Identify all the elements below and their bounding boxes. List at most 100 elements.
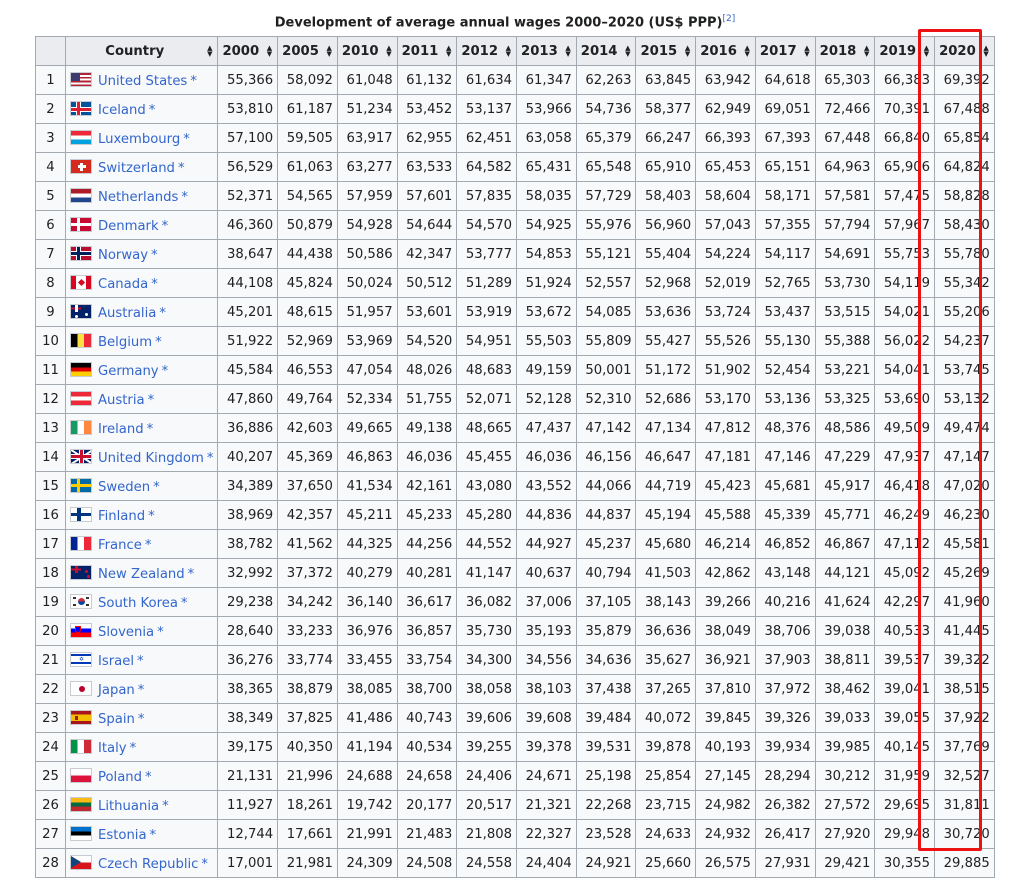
country-link[interactable]: Czech Republic: [98, 857, 198, 872]
footnote-star-link[interactable]: *: [207, 451, 214, 466]
wage-cell-2016: 53,170: [695, 384, 756, 414]
footnote-star-link[interactable]: *: [162, 799, 169, 814]
country-link[interactable]: Poland: [98, 770, 142, 785]
footnote-star-link[interactable]: *: [155, 335, 162, 350]
column-header-2014[interactable]: 2014 ▲ ▼: [575, 36, 637, 66]
country-link[interactable]: Iceland: [98, 103, 146, 118]
rank-cell: 12: [35, 384, 66, 414]
reference-link[interactable]: [2]: [723, 14, 736, 24]
sort-icon[interactable]: ▲ ▼: [983, 45, 988, 58]
country-link[interactable]: Switzerland: [98, 161, 175, 176]
wage-cell-2017: 26,382: [754, 790, 816, 820]
wage-cell-2005: 59,505: [277, 123, 338, 153]
footnote-star-link[interactable]: *: [162, 219, 169, 234]
footnote-star-link[interactable]: *: [153, 480, 160, 495]
country-link[interactable]: France: [98, 538, 142, 553]
sort-icon[interactable]: ▲ ▼: [745, 45, 750, 58]
country-link[interactable]: Japan: [98, 683, 135, 698]
footnote-star-link[interactable]: *: [147, 422, 154, 437]
column-header-2016[interactable]: 2016 ▲ ▼: [695, 36, 756, 66]
footnote-star-link[interactable]: *: [162, 364, 169, 379]
country-link[interactable]: Ireland: [98, 422, 144, 437]
footnote-star-link[interactable]: *: [149, 103, 156, 118]
footnote-star-link[interactable]: *: [150, 828, 157, 843]
column-header-2005[interactable]: 2005 ▲ ▼: [277, 36, 338, 66]
country-link[interactable]: Germany: [98, 364, 159, 379]
country-link[interactable]: New Zealand: [98, 567, 185, 582]
wage-cell-2018: 38,462: [814, 674, 876, 704]
country-link[interactable]: Belgium: [98, 335, 152, 350]
sort-icon[interactable]: ▲ ▼: [267, 45, 272, 58]
footnote-star-link[interactable]: *: [188, 567, 195, 582]
column-header-2010[interactable]: 2010 ▲ ▼: [336, 36, 398, 66]
country-link[interactable]: Israel: [98, 654, 134, 669]
country-link[interactable]: Slovenia: [98, 625, 154, 640]
footnote-star-link[interactable]: *: [201, 857, 208, 872]
footnote-star-link[interactable]: *: [181, 190, 188, 205]
footnote-star-link[interactable]: *: [148, 393, 155, 408]
column-header-2018[interactable]: 2018 ▲ ▼: [814, 36, 876, 66]
country-link[interactable]: United States: [98, 74, 187, 89]
sort-icon[interactable]: ▲ ▼: [804, 45, 809, 58]
sort-icon[interactable]: ▲ ▼: [924, 45, 929, 58]
sort-icon[interactable]: ▲ ▼: [386, 45, 391, 58]
column-header-2017[interactable]: 2017 ▲ ▼: [754, 36, 816, 66]
footnote-star-link[interactable]: *: [151, 248, 158, 263]
sort-icon[interactable]: ▲ ▼: [506, 45, 511, 58]
column-header-2013[interactable]: 2013 ▲ ▼: [516, 36, 577, 66]
country-link[interactable]: Netherlands: [98, 190, 178, 205]
flag-icon-nz: [70, 564, 92, 580]
sort-icon[interactable]: ▲ ▼: [864, 45, 869, 58]
wage-cell-2017: 46,852: [754, 529, 816, 559]
country-link[interactable]: Norway: [98, 248, 148, 263]
footnote-star-link[interactable]: *: [190, 74, 197, 89]
wage-cell-2000: 55,366: [217, 65, 279, 95]
wage-cell-2020: 31,811: [934, 790, 995, 820]
country-link[interactable]: Luxembourg: [98, 132, 180, 147]
country-link[interactable]: Lithuania: [98, 799, 159, 814]
wage-cell-2017: 37,972: [754, 674, 816, 704]
wage-cell-2005: 45,369: [277, 442, 338, 472]
country-link[interactable]: Austria: [98, 393, 145, 408]
wage-cell-2014: 37,105: [575, 587, 637, 617]
footnote-star-link[interactable]: *: [138, 683, 145, 698]
sort-icon[interactable]: ▲ ▼: [625, 45, 630, 58]
column-header-2019[interactable]: 2019 ▲ ▼: [874, 36, 936, 66]
footnote-star-link[interactable]: *: [145, 770, 152, 785]
wage-cell-2014: 44,837: [575, 500, 637, 530]
footnote-star-link[interactable]: *: [159, 306, 166, 321]
country-link[interactable]: Denmark: [98, 219, 159, 234]
wage-cell-2018: 41,624: [814, 587, 876, 617]
column-header-2012[interactable]: 2012 ▲ ▼: [456, 36, 518, 66]
footnote-star-link[interactable]: *: [183, 132, 190, 147]
country-link[interactable]: Estonia: [98, 828, 147, 843]
sort-icon[interactable]: ▲ ▼: [685, 45, 690, 58]
country-link[interactable]: Canada: [98, 277, 148, 292]
footnote-star-link[interactable]: *: [138, 712, 145, 727]
country-link[interactable]: United Kingdom: [98, 451, 204, 466]
country-link[interactable]: Finland: [98, 509, 145, 524]
sort-icon[interactable]: ▲ ▼: [565, 45, 570, 58]
column-header-2011[interactable]: 2011 ▲ ▼: [396, 36, 458, 66]
column-header-2000[interactable]: 2000 ▲ ▼: [217, 36, 279, 66]
footnote-star-link[interactable]: *: [145, 538, 152, 553]
sort-icon[interactable]: ▲ ▼: [327, 45, 332, 58]
footnote-star-link[interactable]: *: [137, 654, 144, 669]
country-link[interactable]: South Korea: [98, 596, 178, 611]
country-link[interactable]: Sweden: [98, 480, 150, 495]
footnote-star-link[interactable]: *: [178, 161, 185, 176]
country-link[interactable]: Australia: [98, 306, 156, 321]
column-header-country[interactable]: Country ▲ ▼: [64, 36, 219, 66]
wage-cell-2012: 48,665: [456, 413, 518, 443]
footnote-star-link[interactable]: *: [181, 596, 188, 611]
column-header-2015[interactable]: 2015 ▲ ▼: [635, 36, 697, 66]
footnote-star-link[interactable]: *: [148, 509, 155, 524]
footnote-star-link[interactable]: *: [151, 277, 158, 292]
country-link[interactable]: Spain: [98, 712, 135, 727]
sort-icon[interactable]: ▲ ▼: [446, 45, 451, 58]
footnote-star-link[interactable]: *: [130, 741, 137, 756]
footnote-star-link[interactable]: *: [157, 625, 164, 640]
sort-icon[interactable]: ▲ ▼: [207, 45, 212, 58]
country-link[interactable]: Italy: [98, 741, 127, 756]
column-header-2020[interactable]: 2020 ▲ ▼: [934, 36, 995, 66]
